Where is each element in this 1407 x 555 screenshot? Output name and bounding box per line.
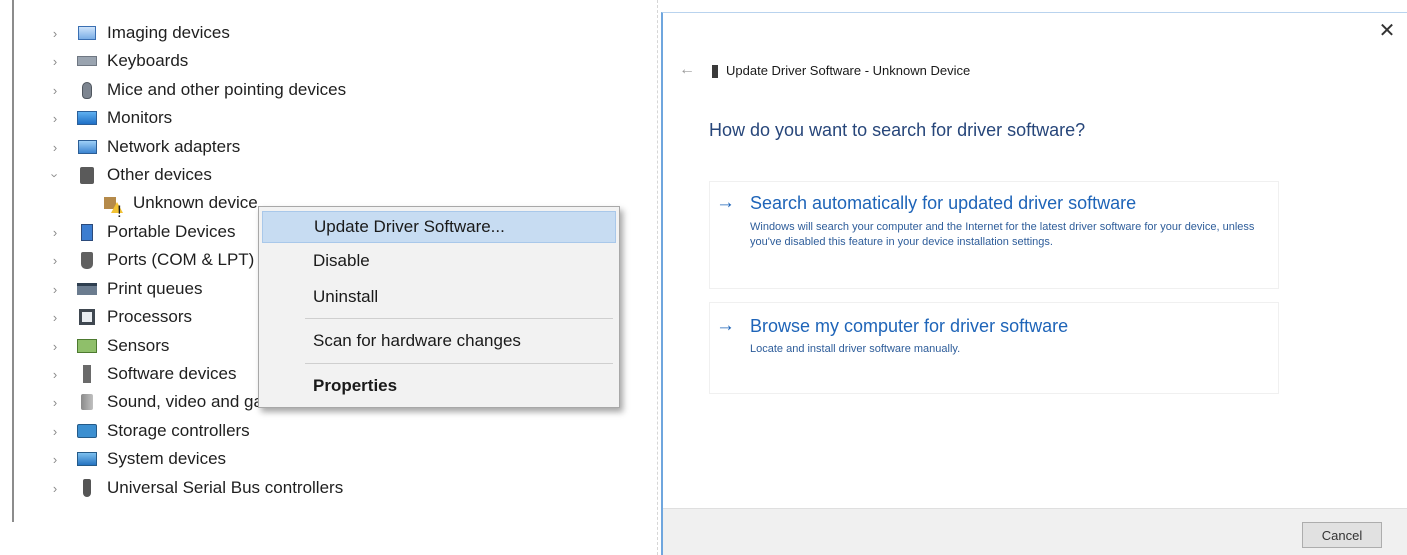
tree-item-label: Print queues (107, 279, 203, 298)
tree-item-label: Ports (COM & LPT) (107, 250, 255, 269)
network-adapter-icon (76, 138, 98, 156)
tree-item-label: Monitors (107, 108, 173, 127)
tree-item-label: Software devices (107, 364, 237, 383)
menu-item-uninstall[interactable]: Uninstall (262, 281, 616, 313)
tree-item-portable-devices[interactable]: › Portable Devices (46, 219, 236, 245)
cancel-button[interactable]: Cancel (1302, 522, 1382, 548)
menu-item-scan-hardware[interactable]: Scan for hardware changes (262, 325, 616, 357)
menu-separator (305, 363, 613, 364)
tree-item-label: Network adapters (107, 137, 241, 156)
chevron-right-icon[interactable]: › (46, 481, 64, 496)
tree-item-label: Other devices (107, 165, 212, 184)
tree-item-processors[interactable]: › Processors (46, 304, 192, 330)
tree-item-other-devices[interactable]: › Other devices (46, 162, 212, 188)
browse-computer-option[interactable]: → Browse my computer for driver software… (709, 302, 1279, 394)
chevron-right-icon[interactable]: › (46, 424, 64, 439)
option-description: Windows will search your computer and th… (750, 221, 1255, 248)
processor-icon (76, 308, 98, 326)
search-automatically-option[interactable]: → Search automatically for updated drive… (709, 181, 1279, 289)
device-manager-panel: › Imaging devices › Keyboards › Mice and… (0, 0, 655, 555)
chevron-right-icon[interactable]: › (46, 54, 64, 69)
tree-item-unknown-device[interactable]: › Unknown device (46, 190, 258, 216)
tree-item-label: Storage controllers (107, 421, 250, 440)
chevron-right-icon[interactable]: › (46, 83, 64, 98)
chevron-right-icon[interactable]: › (46, 367, 64, 382)
chevron-right-icon[interactable]: › (46, 310, 64, 325)
update-driver-dialog: ✕ ← Update Driver Software - Unknown Dev… (661, 12, 1407, 555)
speaker-icon (76, 393, 98, 411)
option-title: Browse my computer for driver software (750, 316, 1069, 336)
tree-item-ports[interactable]: › Ports (COM & LPT) (46, 247, 255, 273)
keyboard-icon (76, 52, 98, 70)
option-description: Locate and install driver software manua… (750, 343, 961, 355)
tree-item-usb-controllers[interactable]: › Universal Serial Bus controllers (46, 475, 343, 501)
tree-item-keyboards[interactable]: › Keyboards (46, 48, 188, 74)
tree-item-network-adapters[interactable]: › Network adapters (46, 134, 240, 160)
menu-item-update-driver[interactable]: Update Driver Software... (262, 211, 616, 243)
monitor-icon (76, 109, 98, 127)
dialog-question: How do you want to search for driver sof… (709, 120, 1086, 140)
context-menu: Update Driver Software... Disable Uninst… (258, 206, 620, 408)
chevron-right-icon[interactable]: › (46, 282, 64, 297)
storage-controller-icon (76, 422, 98, 440)
tree-item-sensors[interactable]: › Sensors (46, 333, 170, 359)
menu-separator (305, 318, 613, 319)
tree-item-label: Unknown device (133, 193, 258, 212)
tree-item-system-devices[interactable]: › System devices (46, 446, 226, 472)
tree-item-monitors[interactable]: › Monitors (46, 105, 172, 131)
chevron-right-icon[interactable]: › (46, 225, 64, 240)
dialog-title: Update Driver Software - Unknown Device (726, 63, 971, 78)
chevron-right-icon[interactable]: › (46, 26, 64, 41)
arrow-right-icon: → (716, 315, 735, 336)
unknown-device-warning-icon (102, 194, 124, 213)
tree-item-label: Mice and other pointing devices (107, 80, 347, 99)
device-manager-border (12, 0, 14, 522)
tree-item-imaging-devices[interactable]: › Imaging devices (46, 20, 230, 46)
tree-item-label: Keyboards (107, 51, 189, 70)
tree-item-label: Processors (107, 307, 193, 326)
panel-divider (657, 0, 659, 555)
mouse-icon (76, 81, 98, 99)
chevron-right-icon[interactable]: › (46, 452, 64, 467)
chevron-right-icon[interactable]: › (46, 253, 64, 268)
arrow-right-icon: → (716, 192, 735, 213)
camera-icon (76, 24, 98, 42)
tree-item-print-queues[interactable]: › Print queues (46, 276, 203, 302)
tree-item-software-devices[interactable]: › Software devices (46, 361, 236, 387)
device-icon (712, 65, 718, 78)
back-arrow-icon[interactable]: ← (679, 61, 695, 79)
chevron-down-icon[interactable]: › (48, 166, 63, 184)
system-devices-icon (76, 450, 98, 468)
menu-item-disable[interactable]: Disable (262, 245, 616, 277)
tree-item-label: Sensors (107, 336, 170, 355)
port-icon (76, 251, 98, 269)
other-devices-icon (76, 166, 98, 184)
tree-item-label: Imaging devices (107, 23, 230, 42)
menu-item-properties[interactable]: Properties (262, 370, 616, 402)
tree-item-label: Universal Serial Bus controllers (107, 478, 344, 497)
portable-device-icon (76, 223, 98, 241)
close-icon[interactable]: ✕ (1375, 19, 1399, 43)
chevron-right-icon[interactable]: › (46, 339, 64, 354)
printer-icon (76, 280, 98, 298)
tree-item-label: Portable Devices (107, 222, 236, 241)
sensor-icon (76, 337, 98, 355)
tree-item-storage-controllers[interactable]: › Storage controllers (46, 418, 250, 444)
software-device-icon (76, 365, 98, 383)
option-title: Search automatically for updated driver … (750, 193, 1137, 213)
usb-icon (76, 479, 98, 497)
dialog-footer: Cancel (663, 508, 1407, 555)
tree-item-mice[interactable]: › Mice and other pointing devices (46, 77, 346, 103)
chevron-right-icon[interactable]: › (46, 395, 64, 410)
tree-item-label: System devices (107, 449, 227, 468)
chevron-right-icon[interactable]: › (46, 111, 64, 126)
chevron-right-icon[interactable]: › (46, 140, 64, 155)
